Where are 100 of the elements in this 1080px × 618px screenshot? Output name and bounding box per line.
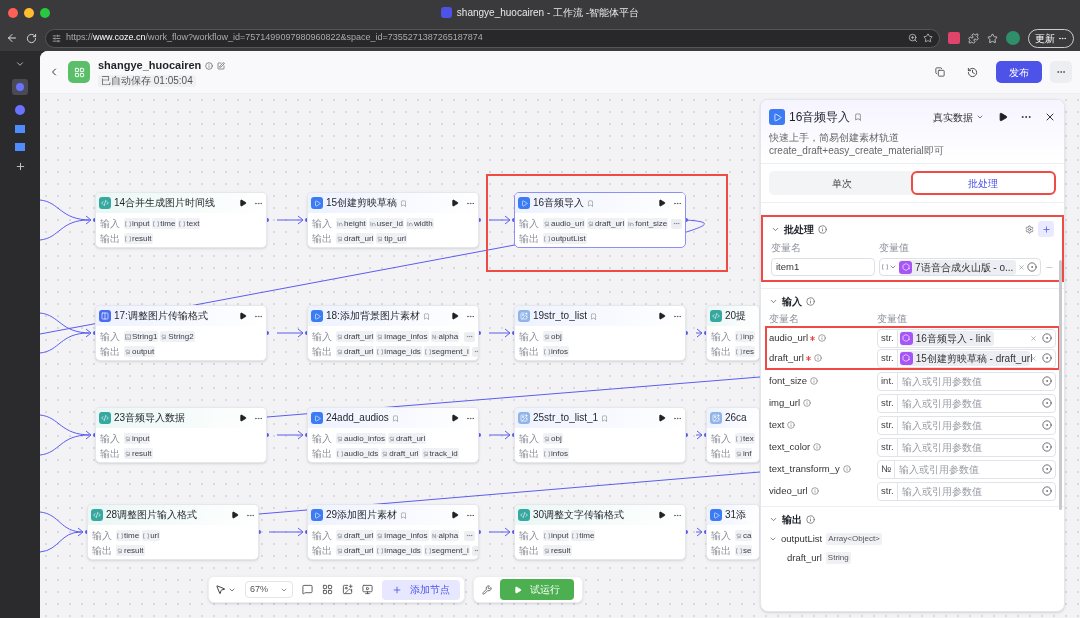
pointer-icon[interactable] (215, 584, 226, 595)
port-row-label: 输出 (312, 448, 332, 459)
run-icon[interactable] (998, 112, 1008, 122)
parameter-value-field[interactable]: str. 输入或引用参数值 (877, 437, 1056, 457)
variable-picker-icon[interactable] (1042, 333, 1052, 343)
site-info-icon[interactable] (52, 33, 61, 43)
workflow-node[interactable]: 15创建剪映草稿 输入 height user_id width 输出 draft_url tip_url (307, 192, 479, 248)
workflow-node[interactable]: 30调整文字传输格式 输入 input time 输出 result (514, 504, 686, 560)
variable-picker-icon[interactable] (1042, 398, 1052, 408)
variable-picker-icon[interactable] (1042, 353, 1052, 363)
run-icon[interactable] (451, 199, 459, 207)
add-button[interactable] (1038, 221, 1054, 237)
extensions-icon[interactable] (968, 32, 979, 44)
workflow-node[interactable]: 20提 输入 inp 输出 res (706, 305, 760, 361)
workflow-node[interactable]: 18:添加背景图片素材 输入 draft_url image_infos alpha 输出 draft_url image_ids segment_i (307, 305, 479, 361)
run-icon[interactable] (658, 312, 666, 320)
parameter-value-field[interactable]: str. 15创建剪映草稿 - draft_url (877, 348, 1056, 368)
parameter-value-field[interactable]: str. 输入或引用参数值 (877, 393, 1056, 413)
collapse-icon[interactable] (769, 515, 778, 524)
image-icon (710, 412, 722, 424)
info-icon[interactable] (806, 297, 815, 306)
mode-tab[interactable]: 单次 (771, 173, 913, 193)
run-icon[interactable] (658, 414, 666, 422)
integer-type-icon (628, 220, 635, 227)
profile-avatar[interactable] (1006, 31, 1020, 45)
variable-name-field[interactable]: item1 (771, 258, 875, 276)
run-icon[interactable] (231, 511, 239, 519)
variable-value-field[interactable]: 7语音合成火山版 - o... (879, 258, 1041, 276)
address-bar[interactable]: https://www.coze.cn/work_flow?workflow_id=7571499097980960822&space_id=7355271387265187874 (45, 28, 940, 48)
parameter-value-field[interactable]: str. 16音频导入 - link (877, 328, 1056, 348)
zoom-icon[interactable] (908, 33, 918, 43)
connector (40, 199, 92, 225)
favorites-icon[interactable] (987, 32, 998, 44)
run-icon[interactable] (239, 312, 247, 320)
variable-picker-icon[interactable] (1042, 442, 1052, 452)
parameter-name: draft_url (769, 350, 804, 365)
run-icon[interactable] (239, 199, 247, 207)
variable-picker-icon[interactable] (1027, 262, 1038, 272)
back-icon[interactable] (6, 32, 18, 44)
history-icon[interactable] (967, 66, 978, 78)
workflow-node[interactable]: 17:调整图片传输格式 输入 String1 String2 输出 output (95, 305, 267, 361)
run-icon[interactable] (451, 414, 459, 422)
workflow-node[interactable]: 31添 输入 ca 输出 se (706, 504, 760, 560)
minimize-window-icon[interactable] (24, 7, 34, 18)
variable-picker-icon[interactable] (1042, 486, 1052, 496)
workflow-node[interactable]: 23音频导入数据 输入 input 输出 result (95, 407, 267, 463)
workflow-node[interactable]: 25str_to_list_1 输入 obj 输出 infos (514, 407, 686, 463)
column-header: 变量值 (879, 241, 909, 255)
image-icon[interactable] (342, 584, 353, 595)
tab-icon[interactable] (12, 79, 28, 95)
run-icon[interactable] (451, 312, 459, 320)
run-icon[interactable] (239, 414, 247, 422)
settings-icon[interactable] (1025, 224, 1034, 234)
layout-icon[interactable] (322, 584, 333, 595)
comment-icon[interactable] (302, 584, 313, 595)
more-ports-button[interactable] (671, 218, 682, 229)
node-title: 25str_to_list_1 (533, 413, 599, 423)
reload-icon[interactable] (26, 32, 37, 44)
collapse-icon[interactable] (769, 297, 778, 306)
data-mode-dropdown[interactable]: 真实数据 (933, 109, 984, 125)
close-window-icon[interactable] (8, 7, 18, 18)
maximize-window-icon[interactable] (40, 7, 50, 18)
mode-tab[interactable]: 批处理 (912, 173, 1054, 193)
variable-picker-icon[interactable] (1042, 420, 1052, 430)
parameter-value-field[interactable]: str. 输入或引用参数值 (877, 415, 1056, 435)
minimap-icon[interactable] (362, 584, 373, 595)
wrench-icon[interactable] (482, 584, 492, 595)
parameter-value-field[interactable]: int. 输入或引用参数值 (877, 371, 1056, 391)
info-icon[interactable] (806, 515, 815, 524)
parameter-value-field[interactable]: str. 输入或引用参数值 (877, 481, 1056, 501)
publish-button[interactable]: 发布 (996, 61, 1042, 83)
favorite-icon[interactable] (923, 33, 933, 43)
workflow-node[interactable]: 26ca 输入 tex 输出 inf (706, 407, 760, 463)
run-icon[interactable] (658, 511, 666, 519)
clear-icon[interactable] (1030, 354, 1037, 362)
more-ports-button[interactable] (464, 331, 475, 342)
parameter-value-field[interactable]: № 输入或引用参数值 (877, 459, 1056, 479)
variable-picker-icon[interactable] (1042, 376, 1052, 386)
variable-picker-icon[interactable] (1042, 464, 1052, 474)
more-ports-button[interactable] (464, 530, 475, 541)
workflow-node[interactable]: 24add_audios 输入 audio_infos draft_url 输出 audio_ids draft_url track_id (307, 407, 479, 463)
workflow-node[interactable]: 28调整图片输入格式 输入 time url 输出 result (87, 504, 259, 560)
workflow-node[interactable]: 19str_to_list 输入 obj 输出 infos (514, 305, 686, 361)
run-icon[interactable] (658, 199, 666, 207)
port-chip: time (152, 218, 177, 229)
port-chip: url (142, 530, 160, 541)
edit-icon[interactable] (217, 61, 226, 70)
zoom-select[interactable]: 67% (245, 581, 293, 598)
workflow-node[interactable]: 14合并生成图片时间线 输入 input time text 输出 result (95, 192, 267, 248)
workflow-node[interactable]: 16音频导入 输入 audio_url draft_url font_size 输出 outputList (514, 192, 686, 248)
new-tab-icon[interactable] (14, 161, 26, 172)
run-icon[interactable] (451, 511, 459, 519)
copy-icon[interactable] (935, 67, 945, 77)
close-icon[interactable] (1044, 111, 1056, 123)
add-node-button[interactable]: 添加节点 (382, 579, 460, 600)
chevron-down-icon[interactable] (15, 59, 25, 69)
workflow-node[interactable]: 29添加图片素材 输入 draft_url image_infos alpha 输出 draft_url image_ids segment_i (307, 504, 479, 560)
info-icon[interactable] (205, 61, 214, 70)
info-icon[interactable] (818, 224, 827, 234)
connector (40, 219, 90, 241)
